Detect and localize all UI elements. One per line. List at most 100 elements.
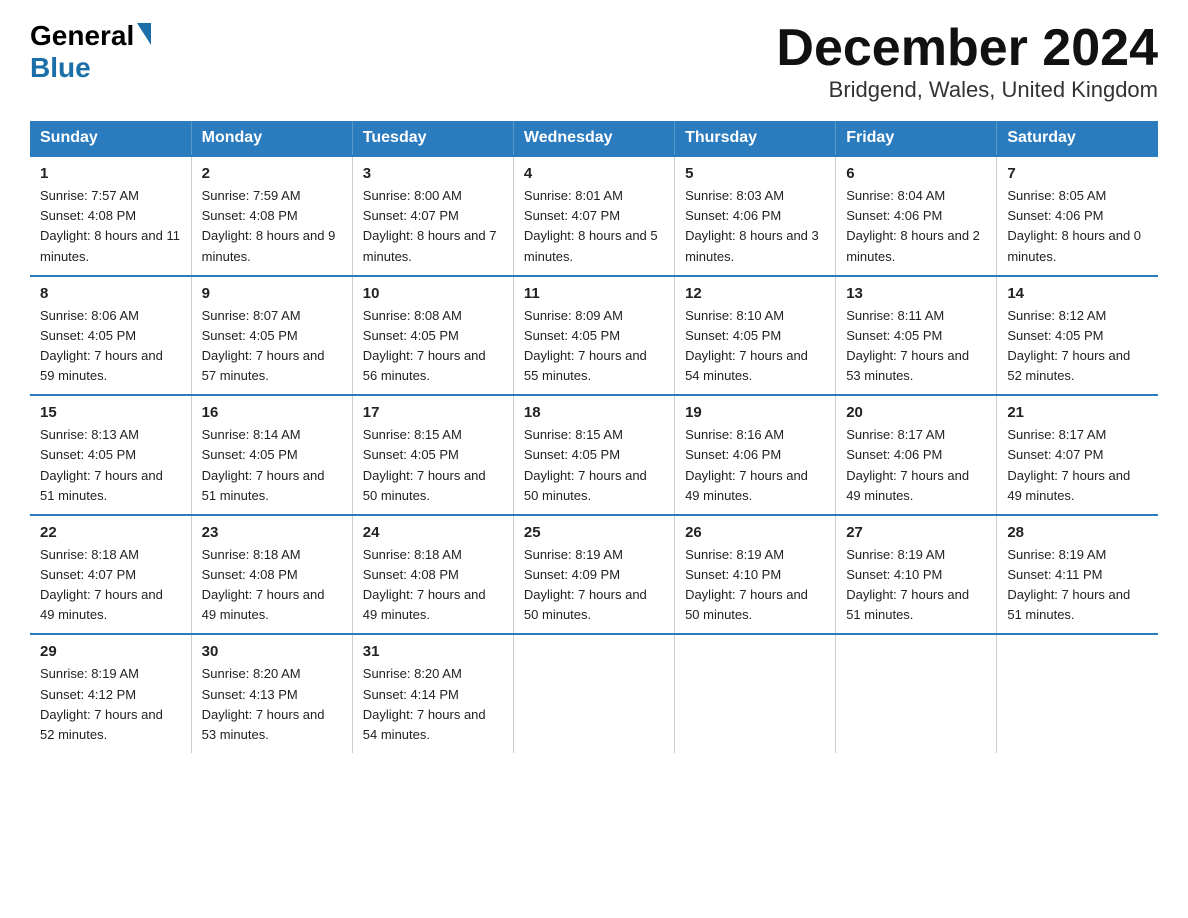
calendar-cell: 8 Sunrise: 8:06 AMSunset: 4:05 PMDayligh…	[30, 276, 191, 396]
week-row-5: 29 Sunrise: 8:19 AMSunset: 4:12 PMDaylig…	[30, 634, 1158, 753]
day-info: Sunrise: 8:06 AMSunset: 4:05 PMDaylight:…	[40, 306, 181, 387]
logo-arrow-icon	[137, 23, 151, 45]
logo-blue-text: Blue	[30, 52, 91, 84]
day-info: Sunrise: 7:57 AMSunset: 4:08 PMDaylight:…	[40, 186, 181, 267]
day-number: 20	[846, 404, 986, 421]
calendar-cell: 16 Sunrise: 8:14 AMSunset: 4:05 PMDaylig…	[191, 395, 352, 515]
calendar-cell: 31 Sunrise: 8:20 AMSunset: 4:14 PMDaylig…	[352, 634, 513, 753]
calendar-cell: 5 Sunrise: 8:03 AMSunset: 4:06 PMDayligh…	[675, 156, 836, 276]
header-wednesday: Wednesday	[513, 121, 674, 156]
logo-general: General	[30, 20, 151, 52]
calendar-cell: 2 Sunrise: 7:59 AMSunset: 4:08 PMDayligh…	[191, 156, 352, 276]
logo: General Blue	[30, 20, 151, 84]
page-title: December 2024	[776, 20, 1158, 77]
day-info: Sunrise: 8:18 AMSunset: 4:08 PMDaylight:…	[202, 545, 342, 626]
calendar-cell	[513, 634, 674, 753]
day-info: Sunrise: 7:59 AMSunset: 4:08 PMDaylight:…	[202, 186, 342, 267]
logo-general-text: General	[30, 20, 134, 52]
day-number: 13	[846, 285, 986, 302]
calendar-cell: 17 Sunrise: 8:15 AMSunset: 4:05 PMDaylig…	[352, 395, 513, 515]
day-number: 15	[40, 404, 181, 421]
day-number: 21	[1007, 404, 1148, 421]
calendar-cell: 20 Sunrise: 8:17 AMSunset: 4:06 PMDaylig…	[836, 395, 997, 515]
calendar-cell: 29 Sunrise: 8:19 AMSunset: 4:12 PMDaylig…	[30, 634, 191, 753]
week-row-2: 8 Sunrise: 8:06 AMSunset: 4:05 PMDayligh…	[30, 276, 1158, 396]
calendar-cell: 11 Sunrise: 8:09 AMSunset: 4:05 PMDaylig…	[513, 276, 674, 396]
day-info: Sunrise: 8:01 AMSunset: 4:07 PMDaylight:…	[524, 186, 664, 267]
calendar-cell: 3 Sunrise: 8:00 AMSunset: 4:07 PMDayligh…	[352, 156, 513, 276]
day-number: 11	[524, 285, 664, 302]
day-info: Sunrise: 8:20 AMSunset: 4:14 PMDaylight:…	[363, 664, 503, 745]
day-number: 28	[1007, 524, 1148, 541]
calendar-cell: 21 Sunrise: 8:17 AMSunset: 4:07 PMDaylig…	[997, 395, 1158, 515]
day-number: 3	[363, 165, 503, 182]
day-number: 7	[1007, 165, 1148, 182]
day-number: 22	[40, 524, 181, 541]
day-number: 18	[524, 404, 664, 421]
day-number: 29	[40, 643, 181, 660]
day-info: Sunrise: 8:00 AMSunset: 4:07 PMDaylight:…	[363, 186, 503, 267]
day-number: 1	[40, 165, 181, 182]
day-number: 23	[202, 524, 342, 541]
week-row-3: 15 Sunrise: 8:13 AMSunset: 4:05 PMDaylig…	[30, 395, 1158, 515]
calendar-cell: 15 Sunrise: 8:13 AMSunset: 4:05 PMDaylig…	[30, 395, 191, 515]
calendar-cell: 6 Sunrise: 8:04 AMSunset: 4:06 PMDayligh…	[836, 156, 997, 276]
calendar-cell: 14 Sunrise: 8:12 AMSunset: 4:05 PMDaylig…	[997, 276, 1158, 396]
day-number: 14	[1007, 285, 1148, 302]
calendar-cell: 10 Sunrise: 8:08 AMSunset: 4:05 PMDaylig…	[352, 276, 513, 396]
calendar-cell	[675, 634, 836, 753]
week-row-4: 22 Sunrise: 8:18 AMSunset: 4:07 PMDaylig…	[30, 515, 1158, 635]
calendar-table: SundayMondayTuesdayWednesdayThursdayFrid…	[30, 121, 1158, 753]
header-friday: Friday	[836, 121, 997, 156]
day-info: Sunrise: 8:19 AMSunset: 4:09 PMDaylight:…	[524, 545, 664, 626]
day-info: Sunrise: 8:16 AMSunset: 4:06 PMDaylight:…	[685, 425, 825, 506]
calendar-cell: 22 Sunrise: 8:18 AMSunset: 4:07 PMDaylig…	[30, 515, 191, 635]
day-number: 5	[685, 165, 825, 182]
day-info: Sunrise: 8:03 AMSunset: 4:06 PMDaylight:…	[685, 186, 825, 267]
day-info: Sunrise: 8:10 AMSunset: 4:05 PMDaylight:…	[685, 306, 825, 387]
day-number: 27	[846, 524, 986, 541]
header-sunday: Sunday	[30, 121, 191, 156]
page-subtitle: Bridgend, Wales, United Kingdom	[776, 77, 1158, 103]
day-number: 6	[846, 165, 986, 182]
day-number: 8	[40, 285, 181, 302]
day-info: Sunrise: 8:09 AMSunset: 4:05 PMDaylight:…	[524, 306, 664, 387]
header-tuesday: Tuesday	[352, 121, 513, 156]
day-number: 4	[524, 165, 664, 182]
day-number: 17	[363, 404, 503, 421]
week-row-1: 1 Sunrise: 7:57 AMSunset: 4:08 PMDayligh…	[30, 156, 1158, 276]
calendar-cell: 4 Sunrise: 8:01 AMSunset: 4:07 PMDayligh…	[513, 156, 674, 276]
day-number: 31	[363, 643, 503, 660]
day-number: 19	[685, 404, 825, 421]
day-info: Sunrise: 8:17 AMSunset: 4:07 PMDaylight:…	[1007, 425, 1148, 506]
calendar-cell: 23 Sunrise: 8:18 AMSunset: 4:08 PMDaylig…	[191, 515, 352, 635]
day-info: Sunrise: 8:08 AMSunset: 4:05 PMDaylight:…	[363, 306, 503, 387]
day-number: 26	[685, 524, 825, 541]
calendar-cell: 25 Sunrise: 8:19 AMSunset: 4:09 PMDaylig…	[513, 515, 674, 635]
calendar-cell: 1 Sunrise: 7:57 AMSunset: 4:08 PMDayligh…	[30, 156, 191, 276]
day-number: 9	[202, 285, 342, 302]
title-block: December 2024 Bridgend, Wales, United Ki…	[776, 20, 1158, 103]
calendar-cell: 13 Sunrise: 8:11 AMSunset: 4:05 PMDaylig…	[836, 276, 997, 396]
page-header: General Blue December 2024 Bridgend, Wal…	[30, 20, 1158, 103]
header-thursday: Thursday	[675, 121, 836, 156]
day-info: Sunrise: 8:18 AMSunset: 4:08 PMDaylight:…	[363, 545, 503, 626]
day-number: 25	[524, 524, 664, 541]
day-number: 30	[202, 643, 342, 660]
day-info: Sunrise: 8:19 AMSunset: 4:10 PMDaylight:…	[685, 545, 825, 626]
calendar-cell: 24 Sunrise: 8:18 AMSunset: 4:08 PMDaylig…	[352, 515, 513, 635]
day-info: Sunrise: 8:17 AMSunset: 4:06 PMDaylight:…	[846, 425, 986, 506]
calendar-cell: 12 Sunrise: 8:10 AMSunset: 4:05 PMDaylig…	[675, 276, 836, 396]
calendar-cell: 28 Sunrise: 8:19 AMSunset: 4:11 PMDaylig…	[997, 515, 1158, 635]
day-number: 24	[363, 524, 503, 541]
day-info: Sunrise: 8:14 AMSunset: 4:05 PMDaylight:…	[202, 425, 342, 506]
calendar-cell	[836, 634, 997, 753]
day-info: Sunrise: 8:15 AMSunset: 4:05 PMDaylight:…	[524, 425, 664, 506]
day-info: Sunrise: 8:18 AMSunset: 4:07 PMDaylight:…	[40, 545, 181, 626]
header-saturday: Saturday	[997, 121, 1158, 156]
day-info: Sunrise: 8:11 AMSunset: 4:05 PMDaylight:…	[846, 306, 986, 387]
day-info: Sunrise: 8:19 AMSunset: 4:11 PMDaylight:…	[1007, 545, 1148, 626]
calendar-cell: 26 Sunrise: 8:19 AMSunset: 4:10 PMDaylig…	[675, 515, 836, 635]
day-info: Sunrise: 8:20 AMSunset: 4:13 PMDaylight:…	[202, 664, 342, 745]
day-info: Sunrise: 8:13 AMSunset: 4:05 PMDaylight:…	[40, 425, 181, 506]
